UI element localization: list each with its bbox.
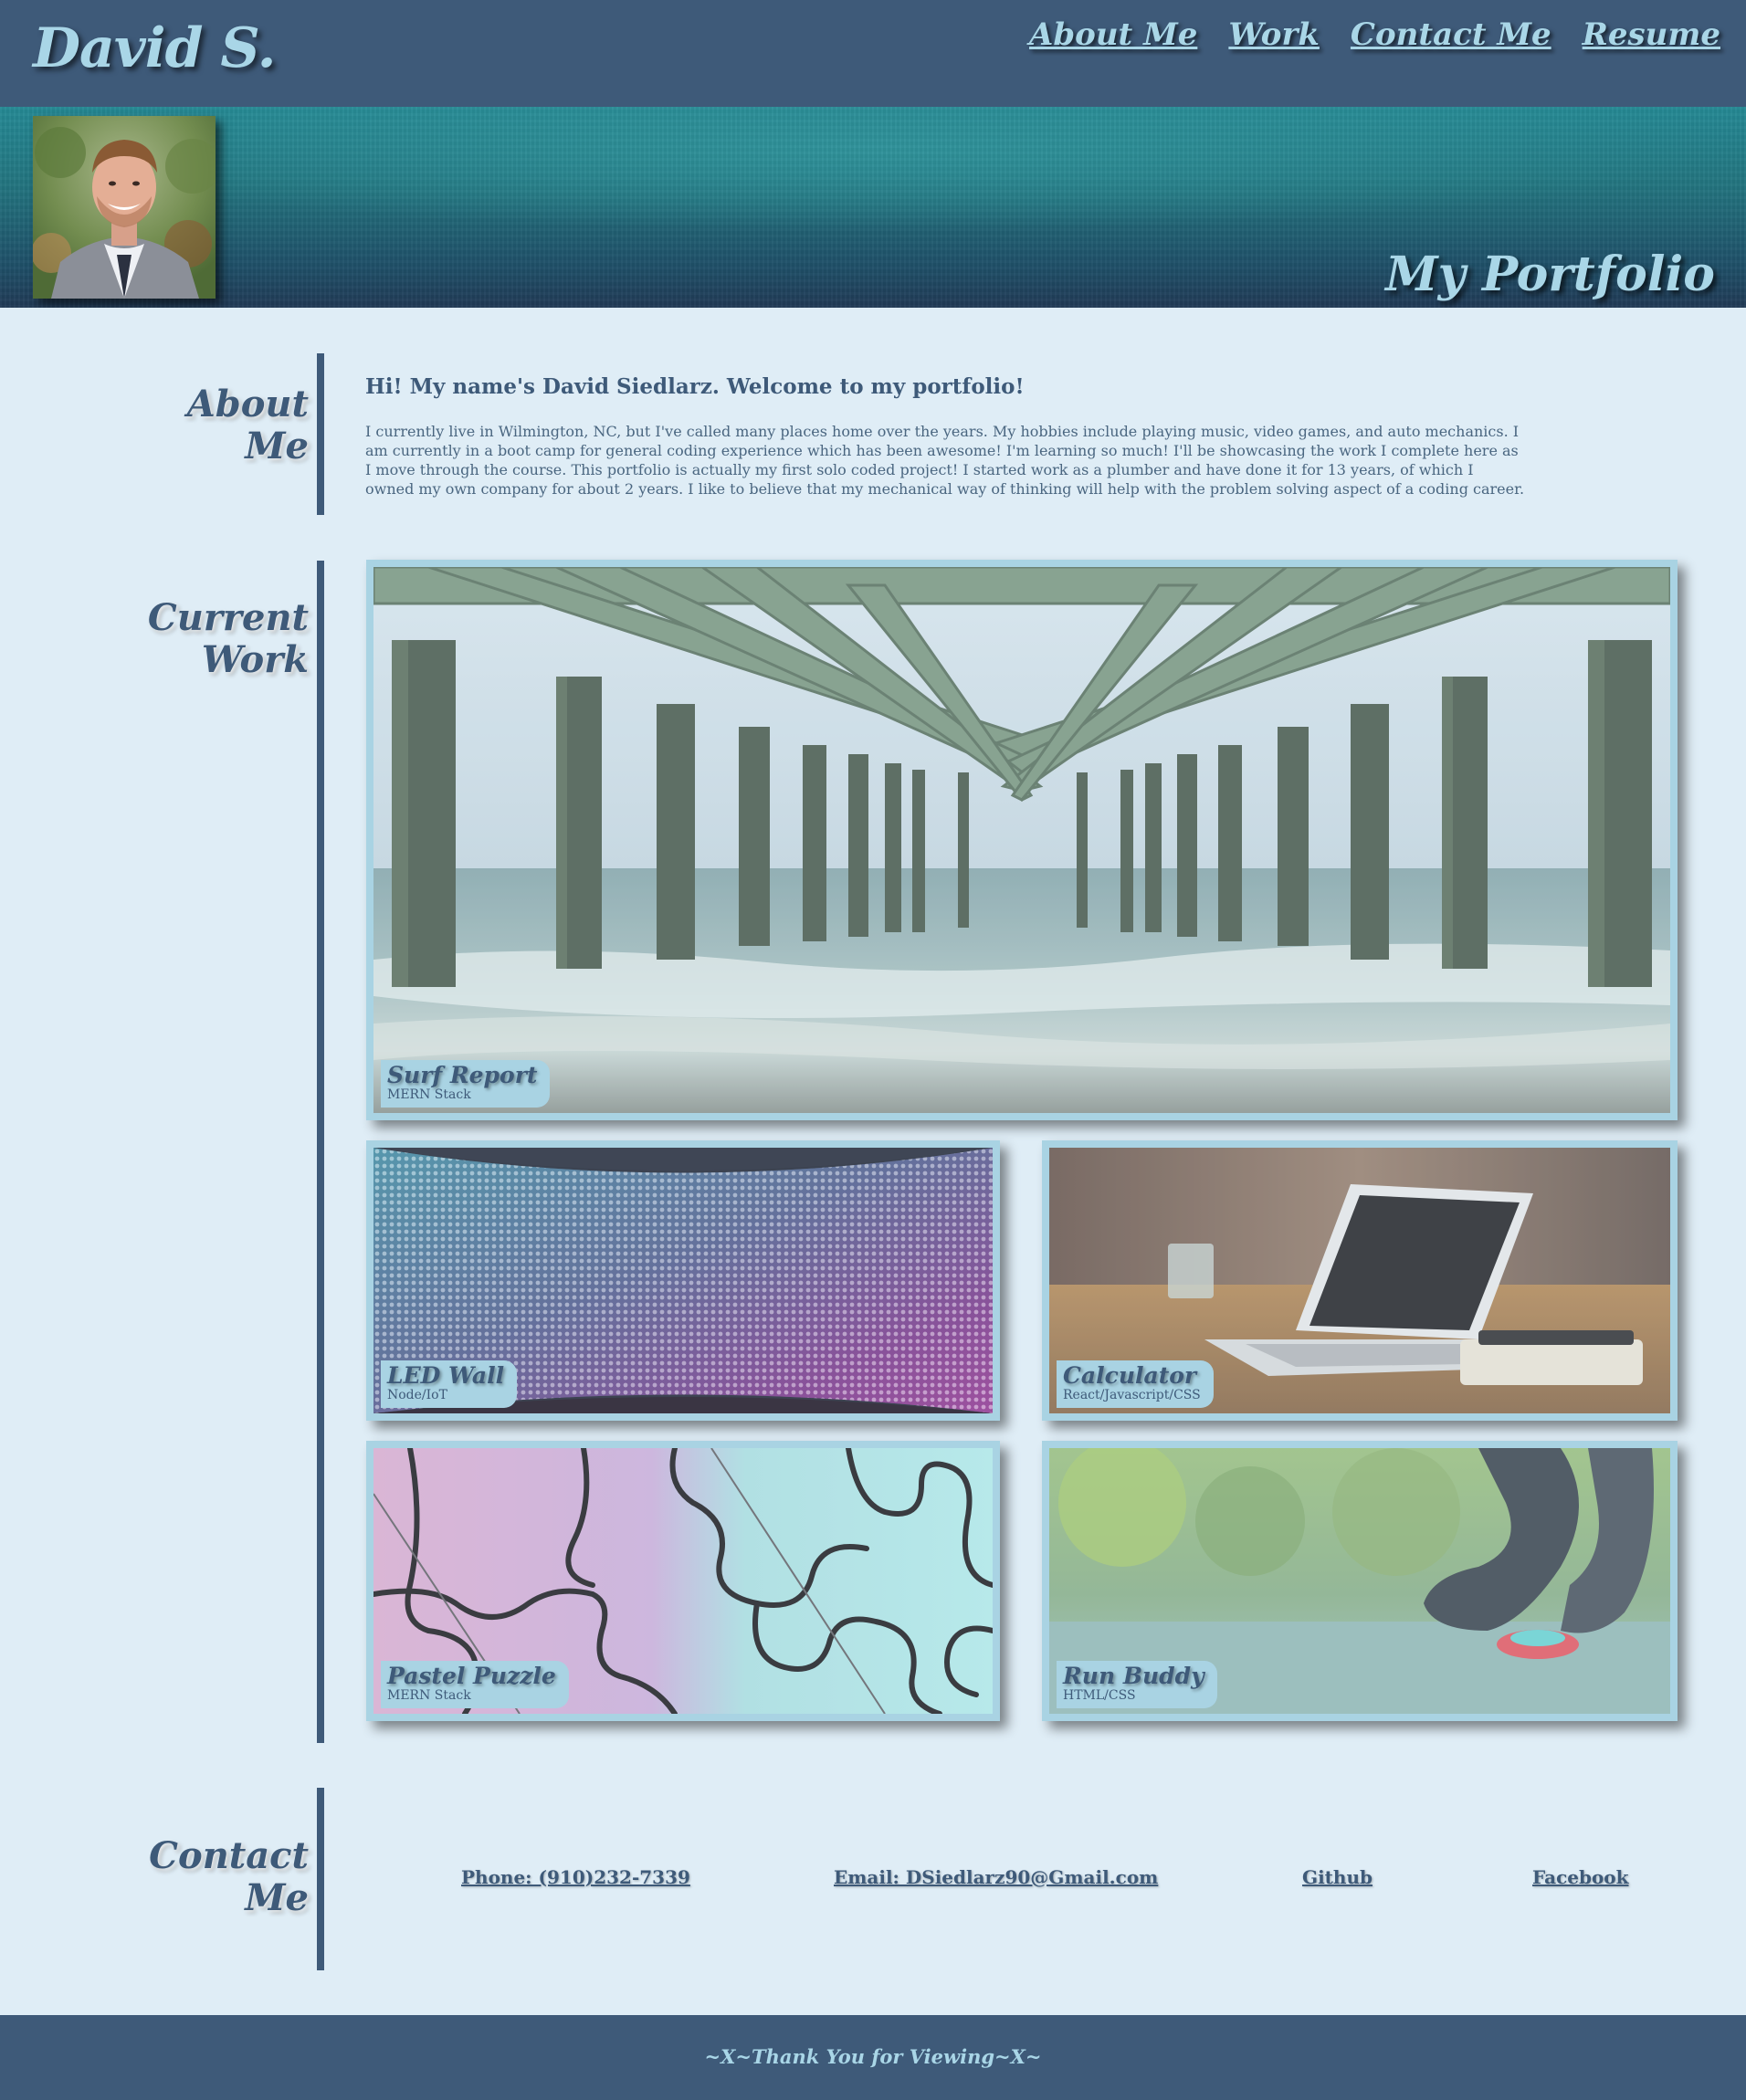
contact-divider xyxy=(317,1788,324,1970)
project-card-run-buddy[interactable]: Run Buddy HTML/CSS xyxy=(1042,1441,1678,1721)
project-stack: Node/IoT xyxy=(387,1388,447,1402)
work-heading: Current Work xyxy=(147,596,309,681)
email-link[interactable]: Email: DSiedlarz90@Gmail.com xyxy=(834,1866,1158,1888)
portrait-photo-icon xyxy=(33,116,216,299)
pier-photo-icon xyxy=(373,567,1670,1113)
nav-work[interactable]: Work xyxy=(1228,16,1320,53)
project-title: Surf Report xyxy=(387,1062,538,1088)
about-body: I currently live in Wilmington, NC, but … xyxy=(365,423,1525,498)
about-divider xyxy=(317,353,324,515)
project-stack: React/Javascript/CSS xyxy=(1063,1388,1201,1402)
hero-title: My Portfolio xyxy=(1385,247,1715,302)
phone-link[interactable]: Phone: (910)232-7339 xyxy=(461,1866,690,1888)
nav-contact-me[interactable]: Contact Me xyxy=(1351,16,1551,53)
nav-about-me[interactable]: About Me xyxy=(1029,16,1197,53)
project-tag: Surf Report MERN Stack xyxy=(381,1060,551,1108)
project-title: Calculator xyxy=(1063,1362,1197,1389)
project-tag: LED Wall Node/IoT xyxy=(381,1360,518,1408)
project-title: Pastel Puzzle xyxy=(387,1663,556,1689)
github-link[interactable]: Github xyxy=(1302,1866,1373,1888)
project-tag: Run Buddy HTML/CSS xyxy=(1057,1661,1217,1708)
project-stack: MERN Stack xyxy=(387,1087,471,1102)
site-brand[interactable]: David S. xyxy=(33,16,276,80)
project-card-calculator[interactable]: Calculator React/Javascript/CSS xyxy=(1042,1140,1678,1421)
project-title: Run Buddy xyxy=(1063,1663,1204,1689)
project-tag: Calculator React/Javascript/CSS xyxy=(1057,1360,1214,1408)
project-stack: HTML/CSS xyxy=(1063,1688,1136,1703)
main-nav: About Me Work Contact Me Resume xyxy=(1029,16,1720,53)
about-title: Hi! My name's David Siedlarz. Welcome to… xyxy=(365,374,1025,399)
project-tag: Pastel Puzzle MERN Stack xyxy=(381,1661,569,1708)
nav-resume[interactable]: Resume xyxy=(1583,16,1720,53)
work-divider xyxy=(317,561,324,1743)
project-stack: MERN Stack xyxy=(387,1688,471,1703)
avatar xyxy=(33,116,216,299)
contact-heading: Contact Me xyxy=(149,1834,309,1919)
project-card-pastel-puzzle[interactable]: Pastel Puzzle MERN Stack xyxy=(366,1441,1000,1721)
project-card-surf-report[interactable]: Surf Report MERN Stack xyxy=(366,560,1678,1120)
project-card-led-wall[interactable]: LED Wall Node/IoT xyxy=(366,1140,1000,1421)
project-title: LED Wall xyxy=(387,1362,505,1389)
hero-banner: My Portfolio xyxy=(0,107,1746,308)
about-heading: About Me xyxy=(186,383,309,467)
footer: ~X~Thank You for Viewing~X~ xyxy=(0,2015,1746,2100)
top-bar: David S. About Me Work Contact Me Resume xyxy=(0,0,1746,107)
footer-text: ~X~Thank You for Viewing~X~ xyxy=(704,2045,1042,2068)
facebook-link[interactable]: Facebook xyxy=(1532,1866,1629,1888)
